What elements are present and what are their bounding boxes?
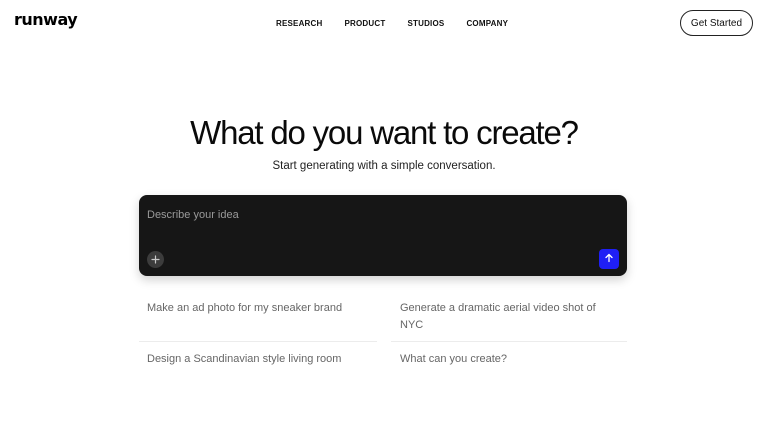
prompt-box bbox=[139, 195, 627, 276]
send-button[interactable] bbox=[599, 249, 619, 269]
add-attachment-button[interactable] bbox=[147, 251, 164, 268]
hero-subtitle: Start generating with a simple conversat… bbox=[272, 160, 496, 172]
arrow-up-icon bbox=[604, 250, 614, 268]
runway-logo[interactable]: runway bbox=[14, 10, 78, 29]
nav-studios[interactable]: STUDIOS bbox=[407, 19, 444, 28]
divider bbox=[391, 341, 627, 342]
page: runway RESEARCH PRODUCT STUDIOS COMPANY … bbox=[0, 0, 768, 432]
nav-company[interactable]: COMPANY bbox=[466, 19, 508, 28]
divider bbox=[139, 341, 377, 342]
nav-research[interactable]: RESEARCH bbox=[276, 19, 323, 28]
suggestion-item[interactable]: Make an ad photo for my sneaker brand bbox=[147, 300, 377, 317]
top-nav: RESEARCH PRODUCT STUDIOS COMPANY bbox=[276, 19, 508, 28]
plus-icon bbox=[151, 251, 160, 269]
suggestion-item[interactable]: What can you create? bbox=[400, 351, 615, 368]
get-started-button[interactable]: Get Started bbox=[680, 10, 753, 36]
suggestion-item[interactable]: Generate a dramatic aerial video shot of… bbox=[400, 300, 615, 334]
idea-input[interactable] bbox=[147, 205, 607, 225]
hero-title: What do you want to create? bbox=[190, 114, 579, 151]
nav-product[interactable]: PRODUCT bbox=[345, 19, 386, 28]
suggestion-item[interactable]: Design a Scandinavian style living room bbox=[147, 351, 377, 368]
